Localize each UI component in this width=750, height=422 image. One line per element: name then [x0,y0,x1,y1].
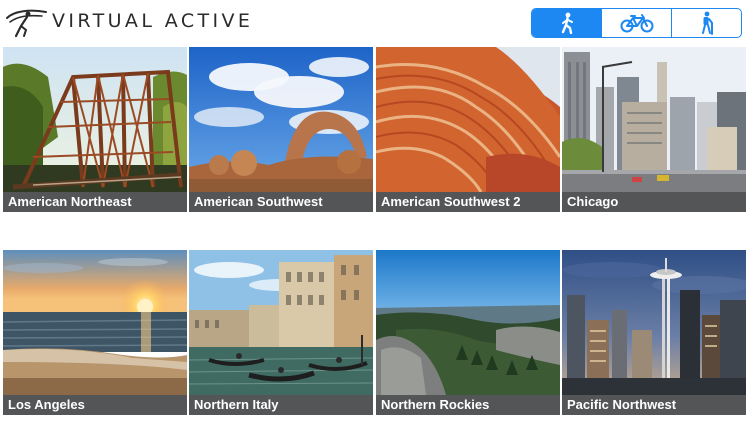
venice-canal-image [189,250,373,395]
seattle-skyline-image [562,250,746,395]
walk-mode-button[interactable] [532,9,602,37]
bike-mode-button[interactable] [602,9,672,37]
destination-tile-american-southwest[interactable]: American Southwest [189,47,373,212]
destination-tile-northern-italy[interactable]: Northern Italy [189,250,373,415]
destination-label: Los Angeles [3,395,187,415]
railroad-bridge-image [3,47,187,192]
destination-tile-american-southwest-2[interactable]: American Southwest 2 [376,47,560,212]
hike-mode-button[interactable] [672,9,741,37]
chicago-street-image [562,47,746,192]
destination-label: American Northeast [3,192,187,212]
rocky-valley-image [376,250,560,395]
destination-label: American Southwest 2 [376,192,560,212]
walker-icon [561,12,573,34]
brand-name: VIRTUAL ACTIVE [52,10,254,32]
destination-label: American Southwest [189,192,373,212]
destination-label: Chicago [562,192,746,212]
stone-arch-image [189,47,373,192]
destination-tile-american-northeast[interactable]: American Northeast [3,47,187,212]
destination-tile-northern-rockies[interactable]: Northern Rockies [376,250,560,415]
destination-tile-pacific-northwest[interactable]: Pacific Northwest [562,250,746,415]
sandstone-wave-image [376,47,560,192]
destination-tile-los-angeles[interactable]: Los Angeles [3,250,187,415]
hiker-icon [701,11,713,35]
destination-tile-chicago[interactable]: Chicago [562,47,746,212]
ocean-sunset-image [3,250,187,395]
header: VIRTUAL ACTIVE [0,0,750,44]
activity-mode-toggle [531,8,742,38]
bicycle-icon [620,14,653,33]
app-screen: VIRTUAL ACTIVE American Northeast Americ… [0,0,750,422]
destination-label: Pacific Northwest [562,395,746,415]
destination-label: Northern Italy [189,395,373,415]
destination-label: Northern Rockies [376,395,560,415]
running-figure-logo-icon [6,9,47,38]
